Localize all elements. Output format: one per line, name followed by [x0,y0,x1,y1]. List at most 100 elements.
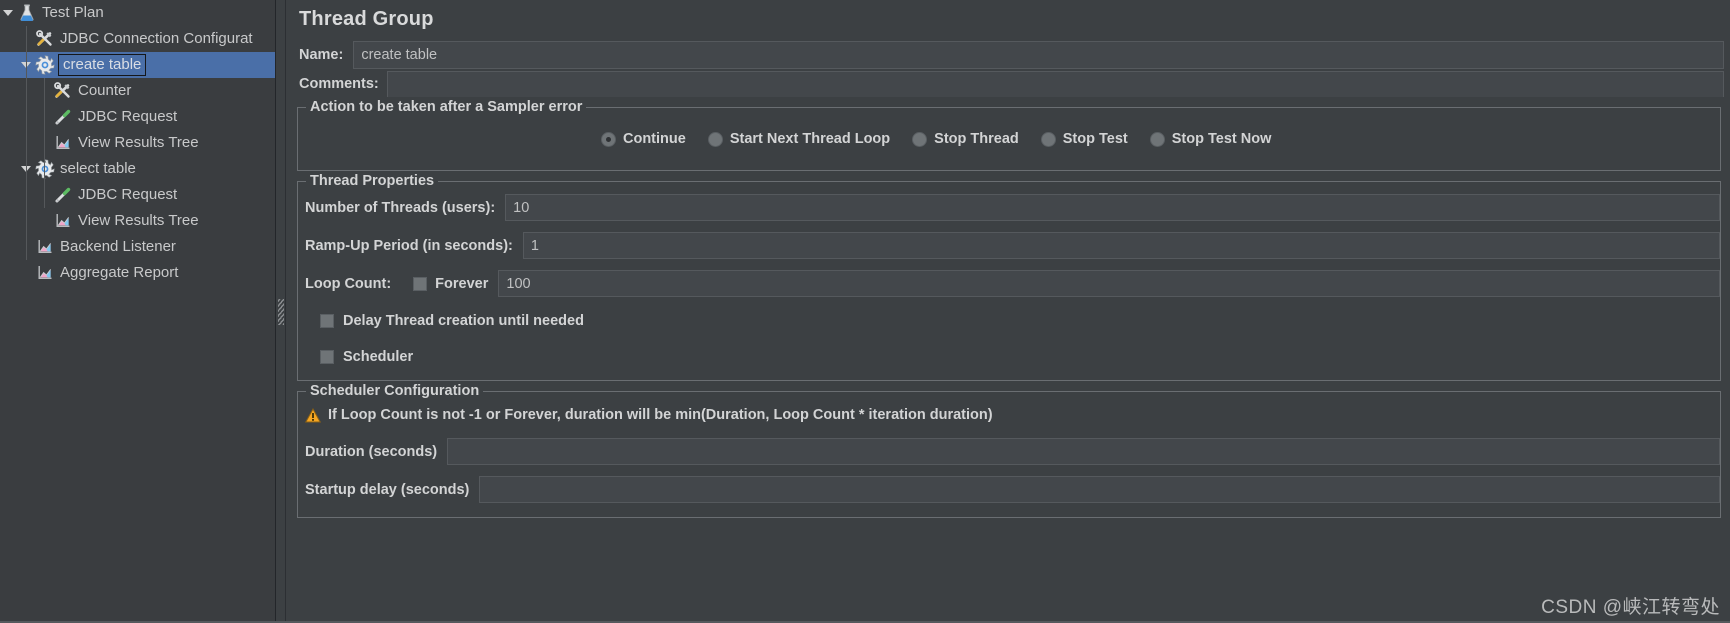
loop-count-label: Loop Count: [305,275,392,292]
tree-expand-caret-icon[interactable] [0,0,16,26]
ramp-up-period-input[interactable]: 1 [522,232,1720,259]
thread-group-icon [34,54,56,76]
tree-guide-line [44,156,45,208]
sampler-error-option-label: Stop Test Now [1171,131,1272,147]
scheduler-label: Scheduler [343,349,414,365]
tree-item-label-wrap: JDBC Connection Configurat [60,30,253,48]
name-input[interactable]: create table [353,41,1724,69]
loop-count-row: Loop Count: Forever 100 [298,270,1720,297]
sampler-error-option-stop-test-now[interactable]: Stop Test Now [1149,131,1272,147]
tree-item-backend-listener[interactable]: Backend Listener [0,234,275,260]
tree-item-view-results-tree[interactable]: View Results Tree [0,208,275,234]
duration-row: Duration (seconds) [298,438,1720,465]
tree-item-label: create table [58,53,147,76]
tree-item-label: JDBC Connection Configurat [60,30,253,47]
warning-triangle-icon [305,407,321,423]
sampler-error-option-stop-thread[interactable]: Stop Thread [912,131,1019,147]
sampler-error-option-label: Continue [623,131,686,147]
radio-button[interactable] [1149,131,1165,147]
name-row: Name: create table [297,41,1724,69]
sampler-error-group-title: Action to be taken after a Sampler error [306,99,587,115]
sampler-error-option-label: Stop Test [1062,131,1128,147]
tree-item-jdbc-request[interactable]: JDBC Request [0,182,275,208]
tree-item-test-plan[interactable]: Test Plan [0,0,275,26]
thread-group-editor: Thread Group Name: create table Comments… [286,0,1730,623]
ramp-up-period-label: Ramp-Up Period (in seconds): [305,237,513,254]
tree-item-label-wrap: Backend Listener [60,238,176,256]
scheduler-configuration-group: Scheduler Configuration If Loop Count is… [297,383,1721,518]
tree-item-label-wrap: JDBC Request [78,108,177,126]
tree-item-label-wrap: create table [58,53,147,77]
sampler-error-option-label: Start Next Thread Loop [729,131,891,147]
tree-item-jdbc-connection-configurat[interactable]: JDBC Connection Configurat [0,26,275,52]
scheduler-checkbox[interactable] [320,350,334,364]
tree-guide-line [26,26,27,260]
sampler-error-radio-row: Continue Start Next Thread Loop Stop Threa… [298,108,1720,170]
tree-item-label-wrap: View Results Tree [78,134,199,152]
scheduler-row[interactable]: Scheduler [298,344,1720,370]
tree-item-label: JDBC Request [78,186,178,203]
listener-icon [52,132,74,154]
radio-button[interactable] [1040,131,1056,147]
listener-icon [34,236,56,258]
tree-item-view-results-tree[interactable]: View Results Tree [0,130,275,156]
name-label: Name: [299,47,344,63]
tree-item-label-wrap: Counter [78,82,131,100]
sampler-icon [52,106,74,128]
radio-button[interactable] [912,131,928,147]
tree-item-label-wrap: JDBC Request [78,186,177,204]
number-of-threads-input[interactable]: 10 [505,194,1720,221]
tree-item-select-table[interactable]: select table [0,156,275,182]
scheduler-warning-text: If Loop Count is not -1 or Forever, dura… [328,407,993,423]
loop-count-input[interactable]: 100 [498,270,1720,297]
sampler-error-option-start-next-thread-loop[interactable]: Start Next Thread Loop [707,131,891,147]
delay-thread-creation-checkbox[interactable] [320,314,334,328]
scheduler-warning-row: If Loop Count is not -1 or Forever, dura… [298,404,1720,426]
duration-label: Duration (seconds) [305,443,438,460]
startup-delay-row: Startup delay (seconds) [298,476,1720,503]
comments-label: Comments: [299,76,379,92]
tree-item-label: Counter [78,82,132,99]
tree-no-caret [18,260,34,286]
tree-item-label: select table [60,160,136,177]
test-plan-tree[interactable]: Test Plan JDBC Connection Configurat creat… [0,0,276,623]
number-of-threads-label: Number of Threads (users): [305,199,496,216]
tree-item-label: Aggregate Report [60,264,179,281]
tree-item-label: View Results Tree [78,134,199,151]
panel-splitter[interactable] [276,0,286,623]
test-plan-icon [16,2,38,24]
duration-input[interactable] [447,438,1720,465]
tree-item-jdbc-request[interactable]: JDBC Request [0,104,275,130]
tree-guide-line [44,78,45,156]
delay-thread-creation-row[interactable]: Delay Thread creation until needed [298,308,1720,334]
sampler-error-group: Action to be taken after a Sampler error… [297,99,1721,171]
sampler-error-option-continue[interactable]: Continue [601,131,686,147]
radio-button-selected[interactable] [601,131,616,147]
tree-item-label-wrap: Test Plan [42,4,104,22]
tree-item-label-wrap: View Results Tree [78,212,199,230]
jmeter-window: Test Plan JDBC Connection Configurat creat… [0,0,1730,623]
tree-item-create-table[interactable]: create table [0,52,275,78]
splitter-grip-icon[interactable] [278,298,284,325]
listener-icon [52,210,74,232]
config-element-icon [52,80,74,102]
ramp-up-period-row: Ramp-Up Period (in seconds): 1 [298,232,1720,259]
comments-input[interactable] [386,71,1724,97]
radio-button[interactable] [707,131,723,147]
tree-item-label-wrap: select table [60,160,136,178]
tree-item-aggregate-report[interactable]: Aggregate Report [0,260,275,286]
chevron-down-icon[interactable] [3,10,13,16]
startup-delay-input[interactable] [479,476,1720,503]
tree-item-label: Test Plan [42,4,104,21]
tree-item-counter[interactable]: Counter [0,78,275,104]
sampler-error-option-stop-test[interactable]: Stop Test [1040,131,1128,147]
tree-no-caret [36,208,52,234]
forever-checkbox[interactable] [413,276,428,291]
